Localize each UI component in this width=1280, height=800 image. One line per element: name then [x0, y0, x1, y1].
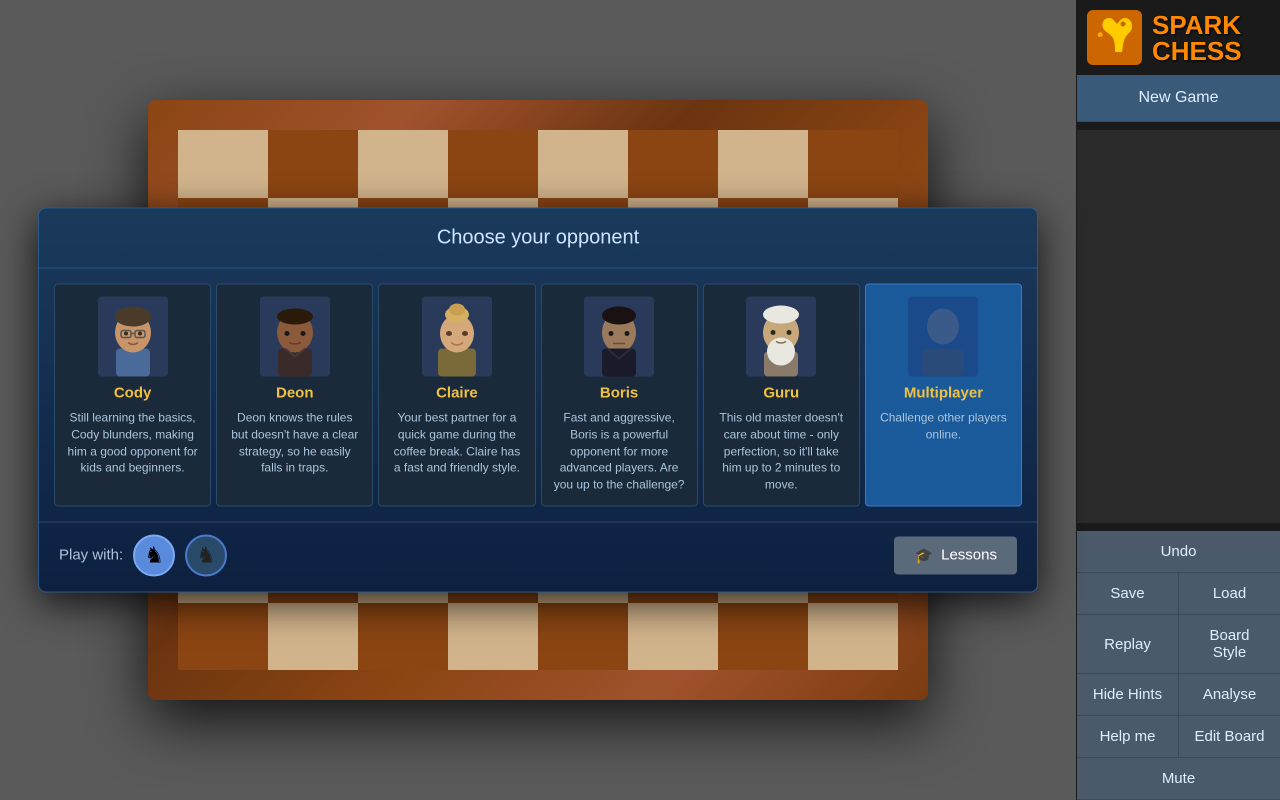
mute-button[interactable]: Mute	[1077, 758, 1280, 800]
logo-text: SPARK CHESS	[1152, 12, 1242, 64]
lessons-button[interactable]: 🎓 Lessons	[894, 536, 1017, 574]
game-info-area	[1077, 130, 1280, 523]
divider-1	[1077, 122, 1280, 130]
deon-name: Deon	[227, 385, 362, 402]
guru-desc: This old master doesn't care about time …	[714, 410, 849, 494]
dialog-title: Choose your opponent	[39, 209, 1037, 269]
mortarboard-icon: 🎓	[914, 546, 933, 564]
cody-avatar	[98, 297, 168, 377]
board-style-button[interactable]: Board Style	[1179, 615, 1280, 674]
claire-name: Claire	[389, 385, 524, 402]
save-load-row: Save Load	[1077, 573, 1280, 615]
opponent-boris[interactable]: Boris Fast and aggressive, Boris is a po…	[541, 284, 698, 507]
divider-2	[1077, 523, 1280, 531]
multiplayer-name: Multiplayer	[876, 385, 1011, 402]
opponent-multiplayer[interactable]: Multiplayer Challenge other players onli…	[865, 284, 1022, 507]
board-cell	[448, 603, 538, 671]
choose-opponent-dialog: Choose your opponent	[38, 208, 1038, 593]
white-piece-button[interactable]: ♞	[133, 534, 175, 576]
board-cell	[808, 130, 898, 198]
new-game-button[interactable]: New Game	[1077, 75, 1280, 122]
opponent-cody[interactable]: Cody Still learning the basics, Cody blu…	[54, 284, 211, 507]
multiplayer-avatar	[908, 297, 978, 377]
board-cell	[718, 130, 808, 198]
hide-hints-button[interactable]: Hide Hints	[1077, 674, 1179, 716]
board-cell	[538, 603, 628, 671]
spark-chess-logo-icon	[1087, 10, 1142, 65]
board-cell	[628, 130, 718, 198]
main-chess-area: Choose your opponent	[0, 0, 1076, 800]
help-me-button[interactable]: Help me	[1077, 716, 1179, 758]
logo-spark: SPARK	[1152, 12, 1242, 38]
board-cell	[268, 130, 358, 198]
analyse-button[interactable]: Analyse	[1179, 674, 1280, 716]
load-button[interactable]: Load	[1179, 573, 1280, 615]
dialog-footer: Play with: ♞ ♞ 🎓 Lessons	[39, 521, 1037, 591]
sidebar: SPARK CHESS New Game Undo Save Load Repl…	[1076, 0, 1280, 800]
cody-desc: Still learning the basics, Cody blunders…	[65, 410, 200, 477]
board-cell	[538, 130, 628, 198]
undo-button[interactable]: Undo	[1077, 531, 1280, 573]
board-cell	[358, 603, 448, 671]
guru-name: Guru	[714, 385, 849, 402]
hints-analyse-row: Hide Hints Analyse	[1077, 674, 1280, 716]
opponent-guru[interactable]: Guru This old master doesn't care about …	[703, 284, 860, 507]
multiplayer-desc: Challenge other players online.	[876, 410, 1011, 444]
play-with-section: Play with: ♞ ♞	[59, 534, 227, 576]
board-cell	[178, 603, 268, 671]
logo-chess: CHESS	[1152, 38, 1242, 64]
black-piece-button[interactable]: ♞	[185, 534, 227, 576]
replay-boardstyle-row: Replay Board Style	[1077, 615, 1280, 674]
help-edit-row: Help me Edit Board	[1077, 716, 1280, 758]
play-with-label: Play with:	[59, 547, 123, 564]
deon-desc: Deon knows the rules but doesn't have a …	[227, 410, 362, 477]
board-cell	[448, 130, 538, 198]
logo-area: SPARK CHESS	[1077, 0, 1280, 75]
boris-avatar	[584, 297, 654, 377]
board-cell	[628, 603, 718, 671]
boris-desc: Fast and aggressive, Boris is a powerful…	[552, 410, 687, 494]
claire-desc: Your best partner for a quick game durin…	[389, 410, 524, 477]
replay-button[interactable]: Replay	[1077, 615, 1179, 674]
claire-avatar	[422, 297, 492, 377]
board-cell	[358, 130, 448, 198]
opponents-grid: Cody Still learning the basics, Cody blu…	[39, 269, 1037, 522]
board-cell	[178, 130, 268, 198]
cody-name: Cody	[65, 385, 200, 402]
guru-avatar	[746, 297, 816, 377]
deon-avatar	[260, 297, 330, 377]
board-cell	[808, 603, 898, 671]
edit-board-button[interactable]: Edit Board	[1179, 716, 1280, 758]
opponent-deon[interactable]: Deon Deon knows the rules but doesn't ha…	[216, 284, 373, 507]
save-button[interactable]: Save	[1077, 573, 1179, 615]
boris-name: Boris	[552, 385, 687, 402]
board-cell	[268, 603, 358, 671]
board-cell	[718, 603, 808, 671]
opponent-claire[interactable]: Claire Your best partner for a quick gam…	[378, 284, 535, 507]
